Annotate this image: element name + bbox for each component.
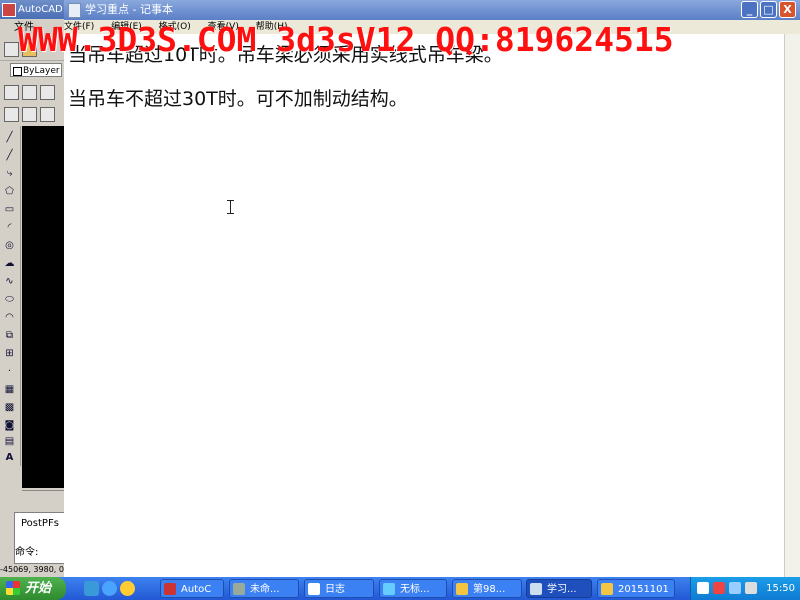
folder-icon [601,583,613,595]
ellipse-arc-icon[interactable]: ◠ [3,312,16,324]
ellipse-icon[interactable]: ⬭ [3,294,16,306]
autocad-title-bar[interactable]: AutoCAD [0,0,66,19]
revision-cloud-icon[interactable]: ☁ [3,258,16,270]
paint-icon [383,583,395,595]
task-folder-98[interactable]: 第98... [452,579,522,598]
vertical-scrollbar[interactable] [784,34,800,577]
arc-icon[interactable]: ◜ [3,222,16,234]
rectangle-icon[interactable]: ▭ [3,204,16,216]
coordinate-readout: -45069, 3980, 0 [0,565,64,574]
text-line-2: 当吊车不超过30T时。可不加制动结构。 [68,88,408,110]
network-icon[interactable] [729,582,741,594]
window-icon[interactable] [4,107,19,122]
notepad-window: 学习重点 - 记事本 _ □ X 文件(F) 编辑(E) 格式(O) 查看(V)… [64,0,800,577]
line-icon[interactable]: ╱ [3,132,16,144]
notepad-icon [68,3,81,18]
command-prompt: 命令: [15,547,39,558]
task-folder-20151101[interactable]: 20151101 [597,579,675,598]
task-notepad[interactable]: 学习... [526,579,592,598]
viewport-icon[interactable] [40,107,55,122]
internet-explorer-icon[interactable] [102,581,117,596]
window-icon [308,583,320,595]
point-icon[interactable]: · [3,366,16,378]
layer-dropdown[interactable]: ByLayer [10,63,62,77]
start-label: 开始 [25,581,52,596]
notepad-title: 学习重点 - 记事本 [85,3,173,16]
taskbar: 开始 AutoC 未命... 日志 无标... 第98... 学习... 201… [0,577,800,600]
polyline-icon[interactable]: ⤷ [3,168,16,180]
layout-icon[interactable] [22,107,37,122]
aligned-dimension-icon[interactable] [22,85,37,100]
minimize-button[interactable]: _ [741,1,758,18]
autocad-draw-toolbar: ╱ ╱ ⤷ ⬠ ▭ ◜ ◎ ☁ ∿ ⬭ ◠ ⧉ ⊞ · ▦ ▩ ◙ ▤ A [0,126,21,466]
help-icon[interactable] [697,582,709,594]
clock[interactable]: 15:50 [766,577,795,600]
task-log[interactable]: 日志 [304,579,374,598]
construction-line-icon[interactable]: ╱ [3,150,16,162]
text-editor-area[interactable]: 当吊车超过10T时。吊车梁必须采用实线式吊车梁。 当吊车不超过30T时。可不加制… [64,34,784,577]
notepad-icon [530,583,542,595]
autocad-modify-toolbar [0,104,66,124]
gradient-icon[interactable]: ▩ [3,402,16,414]
volume-icon[interactable] [745,582,757,594]
insert-block-icon[interactable]: ⧉ [3,330,16,342]
start-button[interactable]: 开始 [0,577,66,600]
folder-icon [456,583,468,595]
autocad-icon [164,583,176,595]
multiline-text-icon[interactable]: A [3,452,16,464]
autocad-window: AutoCAD 文件 ByLayer ╱ ╱ ⤷ ⬠ ▭ ◜ ◎ ☁ ∿ ⬭ ◠… [0,0,68,577]
polygon-icon[interactable]: ⬠ [3,186,16,198]
linear-dimension-icon[interactable] [4,85,19,100]
notepad-title-bar[interactable]: 学习重点 - 记事本 _ □ X [64,0,800,20]
arc-dimension-icon[interactable] [40,85,55,100]
task-untitled[interactable]: 未命... [229,579,299,598]
make-block-icon[interactable]: ⊞ [3,348,16,360]
autocad-title: AutoCAD [18,4,63,15]
recycle-icon [233,583,245,595]
autocad-dimension-toolbar [0,82,66,102]
command-history: PostPFs [21,518,59,529]
show-desktop-icon[interactable] [84,581,99,596]
drawing-area[interactable] [22,126,66,488]
new-file-icon[interactable] [4,42,19,57]
horizontal-scrollbar[interactable] [22,490,66,503]
antivirus-icon[interactable] [713,582,725,594]
qq-icon[interactable] [120,581,135,596]
maximize-button[interactable]: □ [760,1,777,18]
spline-icon[interactable]: ∿ [3,276,16,288]
close-button[interactable]: X [779,1,796,18]
hatch-icon[interactable]: ▦ [3,384,16,396]
text-cursor-icon [227,200,234,214]
command-window[interactable]: PostPFs 命令: [14,512,68,564]
autocad-app-icon [2,3,16,17]
circle-icon[interactable]: ◎ [3,240,16,252]
region-icon[interactable]: ◙ [3,420,16,432]
windows-logo-icon [6,581,20,595]
task-autocad[interactable]: AutoC [160,579,224,598]
table-icon[interactable]: ▤ [3,436,16,448]
task-paint[interactable]: 无标... [379,579,447,598]
watermark: WWW.3D3S.COM 3d3sV12 QQ:819624515 [18,20,674,59]
system-tray: 15:50 [690,577,800,600]
